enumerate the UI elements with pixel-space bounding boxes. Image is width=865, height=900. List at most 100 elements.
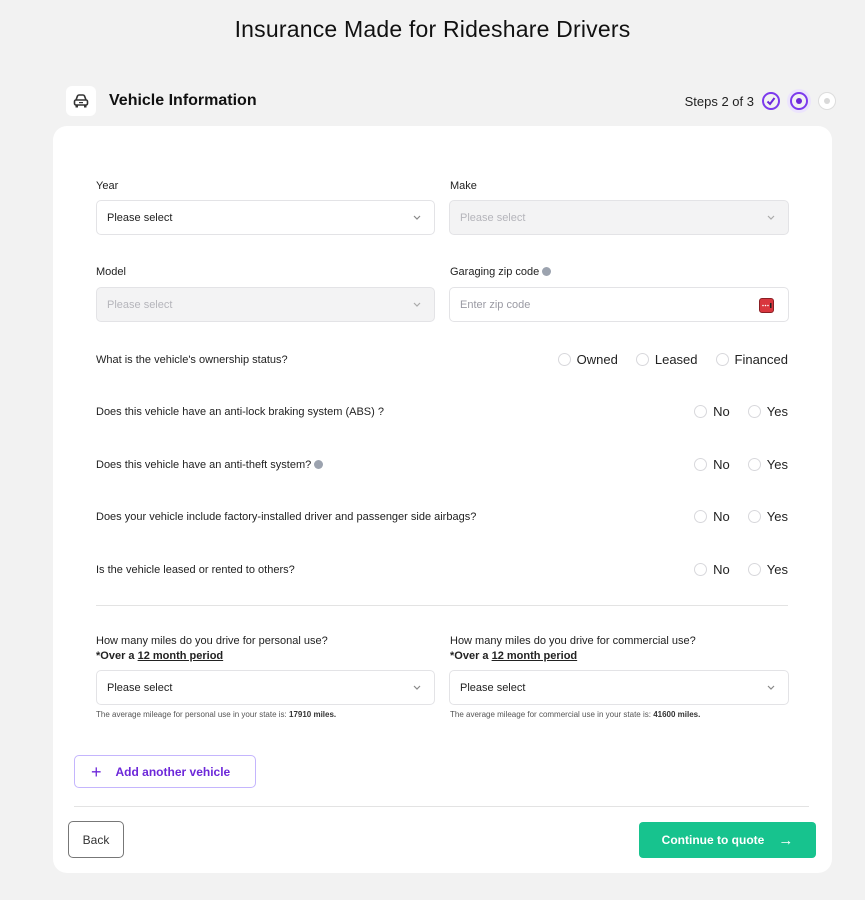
arrow-right-icon: → bbox=[778, 831, 794, 849]
model-select[interactable]: Please select bbox=[96, 287, 435, 322]
radio-circle[interactable] bbox=[694, 563, 708, 576]
year-select[interactable]: Please select bbox=[96, 200, 435, 235]
radio-circle[interactable] bbox=[747, 563, 761, 576]
chevron-down-icon bbox=[413, 302, 421, 307]
personal-mileage-question-text: How many miles do you drive for personal… bbox=[96, 635, 328, 647]
option-label: Owned bbox=[576, 352, 618, 367]
car-icon bbox=[66, 86, 96, 116]
anti-theft-option-yes[interactable]: Yes bbox=[747, 457, 788, 472]
page-title: Insurance Made for Rideshare Drivers bbox=[234, 16, 631, 42]
note-value: 17910 miles. bbox=[289, 710, 337, 719]
radio-circle[interactable] bbox=[715, 353, 729, 366]
year-select-value: Please select bbox=[107, 211, 173, 224]
radio-circle[interactable] bbox=[694, 458, 708, 471]
personal-mileage-value: Please select bbox=[107, 681, 173, 694]
chevron-down-icon bbox=[413, 685, 421, 690]
leased-rented-question: Is the vehicle leased or rented to other… bbox=[96, 564, 295, 576]
ownership-option-financed[interactable]: Financed bbox=[715, 352, 788, 367]
personal-mileage-note: The average mileage for personal use in … bbox=[96, 710, 336, 719]
leased-rented-option-yes[interactable]: Yes bbox=[747, 562, 788, 577]
airbags-option-no[interactable]: No bbox=[694, 509, 730, 524]
radio-circle[interactable] bbox=[747, 510, 761, 523]
footer-divider bbox=[74, 806, 809, 807]
personal-mileage-select[interactable]: Please select bbox=[96, 670, 435, 705]
step-indicator: Steps 2 of 3 bbox=[685, 92, 836, 110]
commercial-mileage-value: Please select bbox=[460, 681, 526, 694]
zip-label-text: Garaging zip code bbox=[450, 266, 540, 278]
period-link[interactable]: 12 month period bbox=[492, 650, 578, 662]
personal-mileage-question: How many miles do you drive for personal… bbox=[96, 634, 328, 664]
ownership-radio-group: Owned Leased Financed bbox=[546, 352, 788, 367]
period-link[interactable]: 12 month period bbox=[138, 650, 224, 662]
commercial-mileage-note: The average mileage for commercial use i… bbox=[450, 710, 700, 719]
leased-rented-radio-group: No Yes bbox=[682, 562, 788, 577]
zip-input[interactable] bbox=[460, 298, 740, 311]
make-label: Make bbox=[450, 180, 477, 192]
add-vehicle-label: Add another vehicle bbox=[115, 764, 231, 779]
section-header: Vehicle Information Steps 2 of 3 bbox=[66, 86, 836, 118]
option-label: Yes bbox=[766, 562, 788, 577]
year-label: Year bbox=[96, 180, 119, 192]
option-label: Financed bbox=[734, 352, 788, 367]
period-prefix: *Over a bbox=[96, 650, 138, 662]
period-prefix: *Over a bbox=[450, 650, 492, 662]
back-button[interactable]: Back bbox=[68, 821, 124, 858]
anti-theft-question-text: Does this vehicle have an anti-theft sys… bbox=[96, 459, 312, 471]
info-icon[interactable] bbox=[542, 267, 552, 276]
option-label: No bbox=[713, 509, 730, 524]
option-label: No bbox=[713, 562, 730, 577]
option-label: No bbox=[713, 457, 730, 472]
airbags-radio-group: No Yes bbox=[682, 509, 788, 524]
abs-radio-group: No Yes bbox=[682, 404, 788, 419]
plus-icon: + bbox=[91, 761, 102, 782]
zip-label: Garaging zip code bbox=[450, 266, 552, 278]
radio-circle[interactable] bbox=[557, 353, 571, 366]
note-value: 41600 miles. bbox=[653, 710, 701, 719]
model-label: Model bbox=[96, 266, 126, 278]
option-label: Leased bbox=[654, 352, 698, 367]
airbags-question: Does your vehicle include factory-instal… bbox=[96, 511, 477, 523]
info-icon[interactable] bbox=[314, 460, 324, 469]
commercial-mileage-question: How many miles do you drive for commerci… bbox=[450, 634, 696, 664]
commercial-mileage-select[interactable]: Please select bbox=[449, 670, 789, 705]
keyboard-icon[interactable] bbox=[759, 298, 774, 313]
chevron-down-icon bbox=[767, 685, 775, 690]
model-select-value: Please select bbox=[107, 298, 173, 311]
anti-theft-radio-group: No Yes bbox=[682, 457, 788, 472]
pending-step-icon bbox=[818, 92, 836, 110]
chevron-down-icon bbox=[767, 215, 775, 220]
section-title: Vehicle Information bbox=[109, 92, 257, 109]
airbags-option-yes[interactable]: Yes bbox=[747, 509, 788, 524]
make-select[interactable]: Please select bbox=[449, 200, 789, 235]
continue-label: Continue to quote bbox=[661, 833, 765, 847]
radio-circle[interactable] bbox=[635, 353, 649, 366]
zip-field[interactable] bbox=[449, 287, 789, 322]
make-select-value: Please select bbox=[460, 211, 526, 224]
ownership-option-owned[interactable]: Owned bbox=[557, 352, 618, 367]
radio-circle[interactable] bbox=[694, 405, 708, 418]
section-divider bbox=[96, 605, 788, 606]
radio-circle[interactable] bbox=[694, 510, 708, 523]
continue-button[interactable]: Continue to quote → bbox=[639, 822, 816, 858]
abs-option-no[interactable]: No bbox=[694, 404, 730, 419]
abs-question: Does this vehicle have an anti-lock brak… bbox=[96, 406, 384, 418]
radio-circle[interactable] bbox=[747, 458, 761, 471]
abs-option-yes[interactable]: Yes bbox=[747, 404, 788, 419]
option-label: No bbox=[713, 404, 730, 419]
radio-circle[interactable] bbox=[747, 405, 761, 418]
leased-rented-option-no[interactable]: No bbox=[694, 562, 730, 577]
ownership-question: What is the vehicle's ownership status? bbox=[96, 354, 288, 366]
check-circle-icon bbox=[762, 92, 780, 110]
current-step-icon bbox=[790, 92, 808, 110]
note-prefix: The average mileage for commercial use i… bbox=[450, 710, 654, 719]
anti-theft-question: Does this vehicle have an anti-theft sys… bbox=[96, 459, 324, 471]
option-label: Yes bbox=[766, 457, 788, 472]
ownership-option-leased[interactable]: Leased bbox=[635, 352, 698, 367]
personal-mileage-period: *Over a 12 month period bbox=[96, 649, 328, 664]
anti-theft-option-no[interactable]: No bbox=[694, 457, 730, 472]
note-prefix: The average mileage for personal use in … bbox=[96, 710, 289, 719]
commercial-mileage-period: *Over a 12 month period bbox=[450, 649, 696, 664]
add-vehicle-button[interactable]: + Add another vehicle bbox=[74, 755, 256, 788]
chevron-down-icon bbox=[413, 215, 421, 220]
commercial-mileage-question-text: How many miles do you drive for commerci… bbox=[450, 635, 696, 647]
